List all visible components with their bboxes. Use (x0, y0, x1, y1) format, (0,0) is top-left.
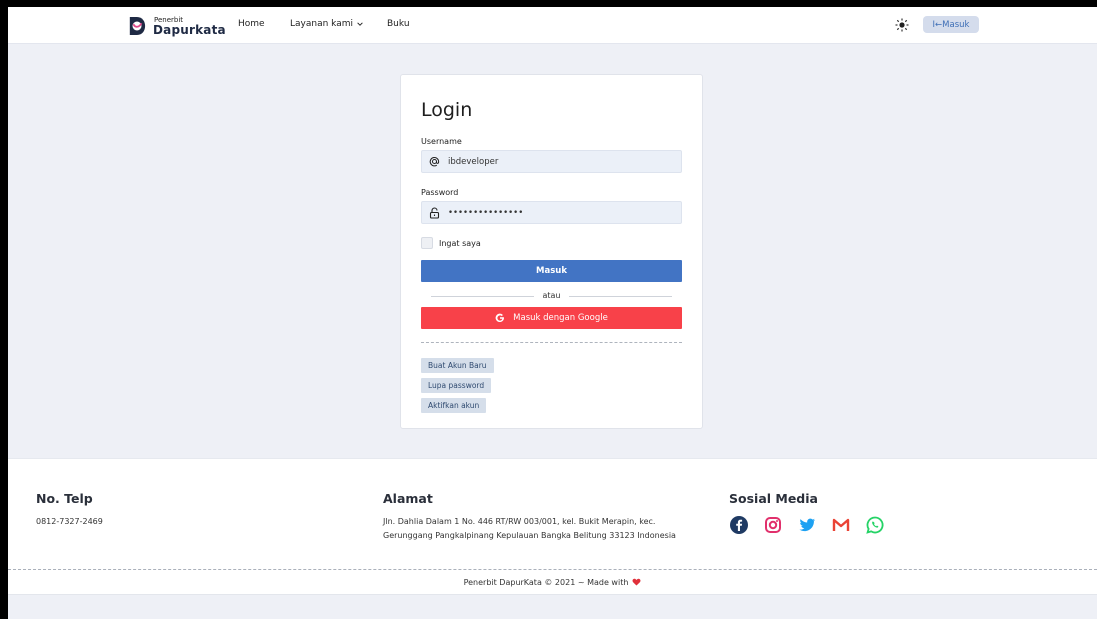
copyright-bar: Penerbit DapurKata © 2021 ~ Made with (8, 569, 1097, 595)
login-card: Login Username Password (400, 74, 703, 429)
nav-layanan-label: Layanan kami (290, 19, 353, 29)
phone-value: 0812-7327-2469 (36, 517, 103, 526)
google-login-button[interactable]: Masuk dengan Google (421, 307, 682, 329)
at-sign-icon (428, 156, 440, 168)
sun-icon[interactable] (895, 18, 909, 32)
footer-phone: No. Telp 0812-7327-2469 (36, 491, 103, 529)
password-label: Password (421, 188, 459, 197)
activate-account-label: Aktifkan akun (428, 401, 480, 410)
navbar: Penerbit Dapurkata Home Layanan kami Buk… (8, 7, 1097, 44)
nav-buku-label: Buku (387, 19, 410, 29)
username-field-wrapper (421, 150, 682, 173)
nav-buku[interactable]: Buku (387, 19, 410, 29)
brand-logo-link[interactable]: Penerbit Dapurkata (128, 13, 226, 39)
footer-social: Sosial Media (729, 491, 899, 535)
forgot-password-label: Lupa password (428, 381, 485, 390)
dashed-separator (421, 342, 682, 343)
gmail-icon[interactable] (831, 515, 851, 535)
login-nav-label: I←Masuk (932, 19, 970, 30)
address-line-1: Jln. Dahlia Dalam 1 No. 446 RT/RW 003/00… (383, 517, 656, 526)
whatsapp-icon[interactable] (865, 515, 885, 535)
facebook-icon[interactable] (729, 515, 749, 535)
address-title: Alamat (383, 491, 433, 506)
twitter-icon[interactable] (797, 515, 817, 535)
social-title: Sosial Media (729, 491, 818, 506)
remember-me: Ingat saya (421, 237, 481, 249)
login-nav-button[interactable]: I←Masuk (923, 16, 979, 33)
or-divider: atau (431, 291, 672, 301)
google-icon (495, 313, 505, 323)
instagram-icon[interactable] (763, 515, 783, 535)
phone-title: No. Telp (36, 491, 93, 506)
nav-layanan-dropdown[interactable]: Layanan kami (290, 19, 364, 29)
username-label: Username (421, 137, 462, 146)
username-input[interactable] (448, 156, 668, 167)
activate-account-button[interactable]: Aktifkan akun (421, 398, 487, 413)
heart-icon (632, 578, 641, 586)
address-line-2: Gerunggang Pangkalpinang Kepulauan Bangk… (383, 531, 676, 540)
create-account-button[interactable]: Buat Akun Baru (421, 358, 494, 373)
submit-login-label: Masuk (536, 266, 567, 276)
remember-checkbox[interactable] (421, 237, 433, 249)
remember-label: Ingat saya (439, 238, 481, 248)
chevron-down-icon (357, 22, 363, 26)
nav-home[interactable]: Home (238, 19, 265, 29)
browser-viewport: Penerbit Dapurkata Home Layanan kami Buk… (8, 7, 1097, 619)
footer: No. Telp 0812-7327-2469 Alamat Jln. Dahl… (8, 458, 1097, 569)
dapurkata-logo-icon (129, 17, 146, 35)
nav-home-label: Home (238, 19, 265, 29)
brand-name: Dapurkata (153, 22, 226, 37)
social-icons (729, 515, 899, 535)
login-title: Login (421, 99, 473, 121)
password-field-wrapper (421, 201, 682, 224)
forgot-password-button[interactable]: Lupa password (421, 378, 492, 393)
footer-address: Alamat Jln. Dahlia Dalam 1 No. 446 RT/RW… (383, 491, 676, 543)
lock-icon (428, 206, 440, 219)
google-login-label: Masuk dengan Google (513, 313, 608, 323)
submit-login-button[interactable]: Masuk (421, 260, 682, 282)
copyright-text: Penerbit DapurKata © 2021 ~ Made with (463, 577, 629, 587)
password-input[interactable] (448, 207, 668, 218)
create-account-label: Buat Akun Baru (428, 361, 487, 370)
divider-line-right (569, 296, 672, 297)
